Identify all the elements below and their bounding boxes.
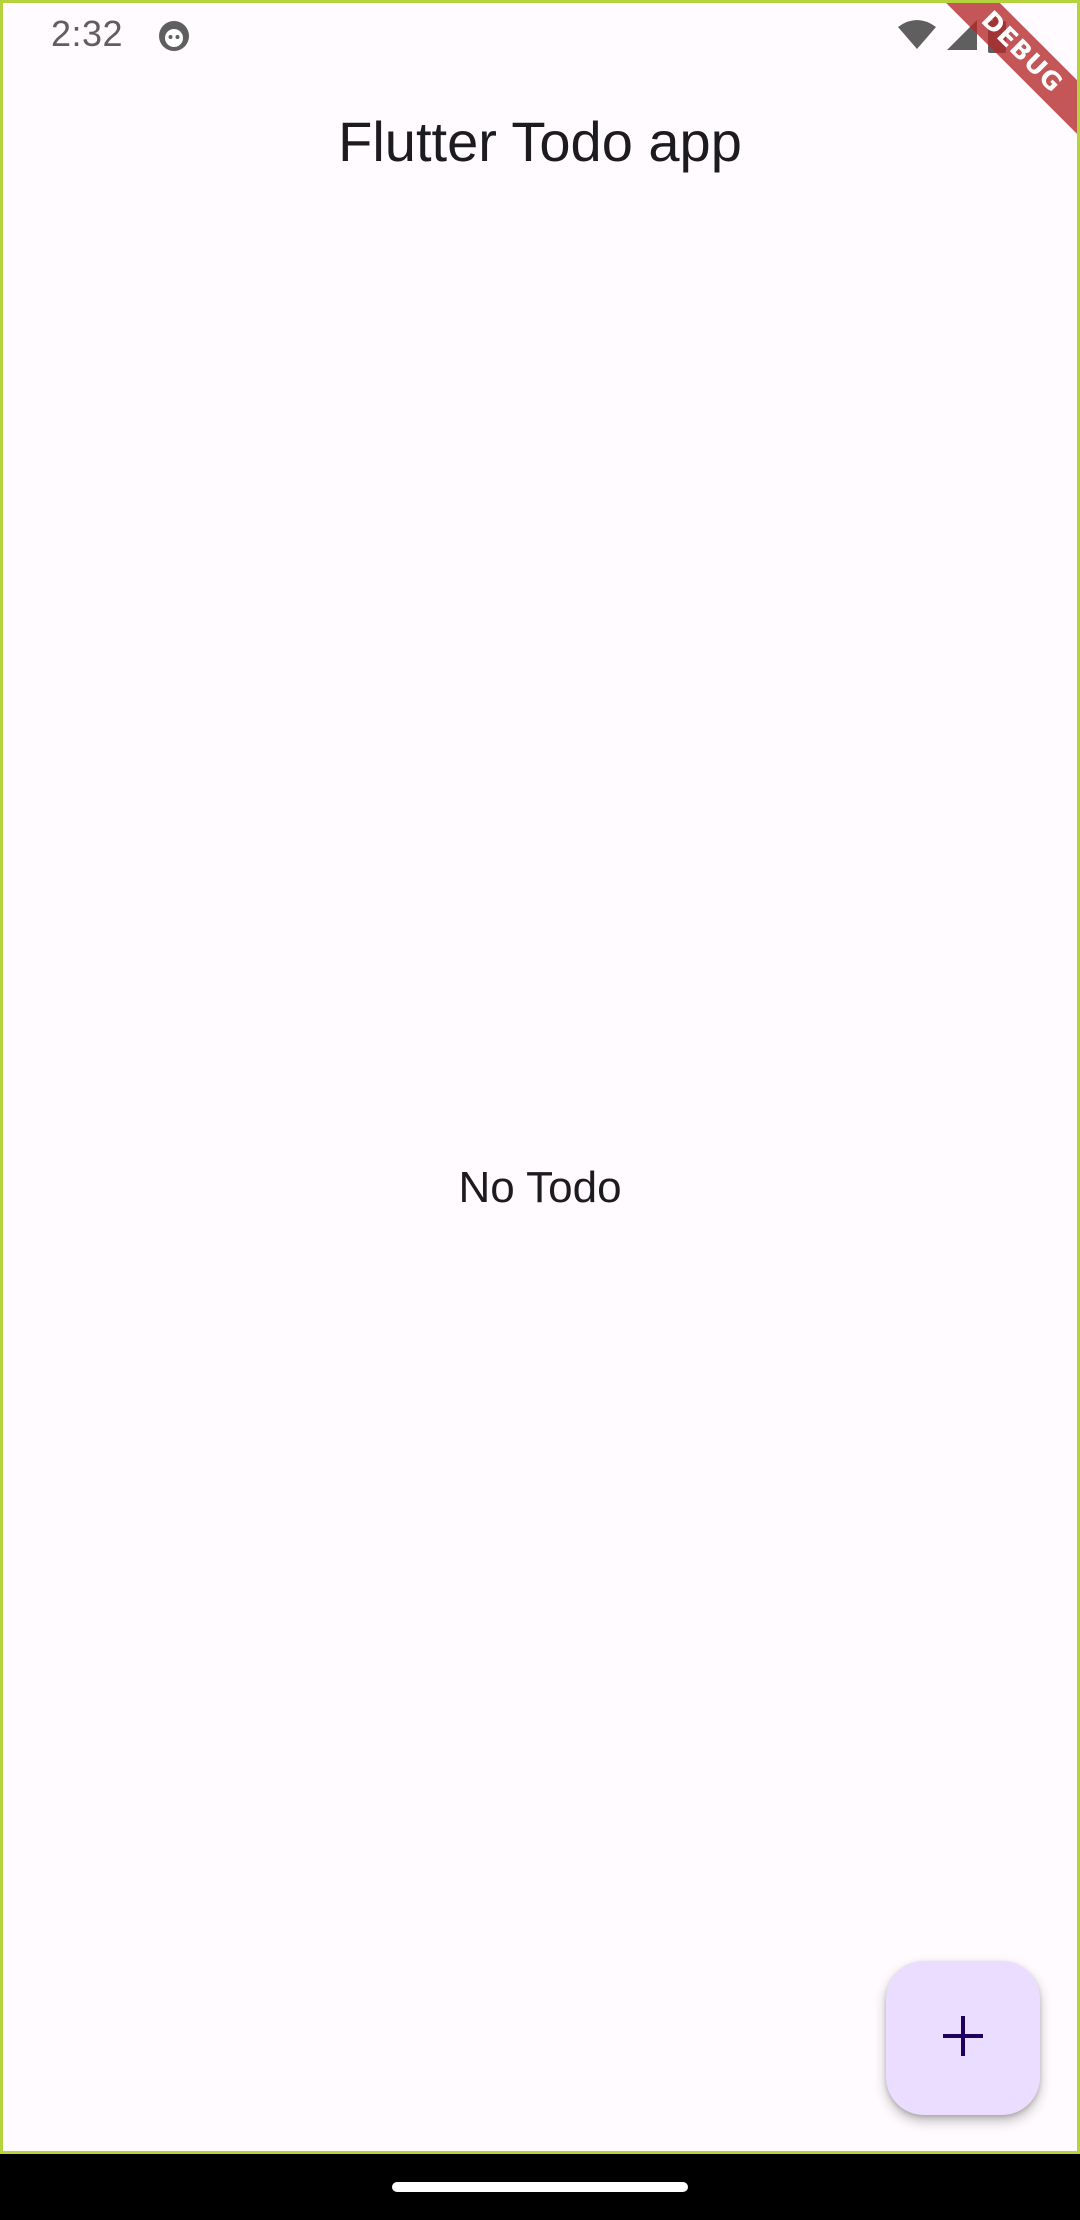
page-title: Flutter Todo app <box>338 110 742 173</box>
cellular-signal-icon <box>945 18 979 57</box>
status-time: 2:32 <box>51 13 124 54</box>
status-bar: 2:32 <box>3 3 1077 69</box>
app-bar: Flutter Todo app <box>3 69 1077 219</box>
face-icon <box>157 19 191 53</box>
app-screen: 2:32 DEBUG Flutter Todo app No Todo <box>0 0 1080 2154</box>
empty-state-message: No Todo <box>458 1163 622 1212</box>
home-gesture-handle[interactable] <box>392 2182 688 2192</box>
battery-icon <box>987 16 1007 58</box>
wifi-icon <box>897 19 937 56</box>
add-icon <box>941 2014 985 2063</box>
status-icons <box>897 16 1007 58</box>
add-todo-button[interactable] <box>886 1961 1040 2115</box>
